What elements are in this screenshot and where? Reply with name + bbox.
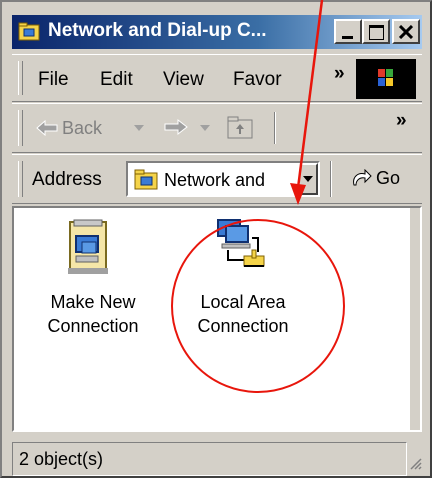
go-label: Go	[376, 168, 401, 188]
local-area-connection-label: Local Area Connection	[178, 290, 308, 338]
minimize-icon	[342, 36, 353, 39]
menu-view[interactable]: View	[163, 69, 204, 91]
explorer-window: Network and Dial-up C... File Edit View …	[0, 0, 432, 478]
folder-content: Make New Connection Local Area Connectio…	[12, 206, 422, 432]
menu-chevron[interactable]: »	[334, 63, 345, 85]
address-separator	[330, 161, 332, 197]
back-button[interactable]: Back	[34, 114, 154, 144]
label-line-2: Connection	[197, 316, 289, 336]
address-dropdown-button[interactable]	[298, 163, 318, 195]
local-area-connection-item[interactable]: Local Area Connection	[178, 214, 308, 354]
maximize-button[interactable]	[362, 19, 390, 44]
windows-logo	[356, 59, 416, 99]
address-label: Address	[32, 169, 102, 190]
scrollbar[interactable]	[410, 208, 420, 430]
back-dropdown-icon[interactable]	[134, 125, 144, 131]
toolbar-chevron[interactable]: »	[396, 110, 407, 132]
go-button[interactable]: Go	[346, 163, 414, 195]
toolbar-grip[interactable]	[18, 110, 23, 146]
address-input[interactable]: Network and	[126, 161, 320, 197]
windows-flag-icon	[378, 69, 393, 86]
local-area-connection-icon	[217, 219, 265, 267]
address-bar: Address Network and Go	[12, 154, 422, 204]
go-arrow-icon	[353, 169, 372, 186]
menu-file[interactable]: File	[38, 69, 69, 91]
label-line-1: Local Area	[200, 292, 286, 312]
up-folder-icon[interactable]	[226, 114, 254, 140]
back-arrow-icon	[36, 119, 58, 137]
make-new-connection-icon	[68, 219, 108, 274]
make-new-connection-item[interactable]: Make New Connection	[28, 214, 158, 354]
folder-network-icon	[134, 169, 158, 190]
menu-bar: File Edit View Favor »	[12, 54, 422, 102]
title-bar[interactable]: Network and Dial-up C...	[12, 15, 422, 49]
make-new-connection-label: Make New Connection	[28, 290, 158, 338]
forward-arrow-icon[interactable]	[164, 118, 188, 136]
menu-favorites[interactable]: Favor	[233, 69, 282, 91]
window-title: Network and Dial-up C...	[48, 20, 267, 41]
close-icon	[399, 25, 413, 39]
maximize-icon	[369, 25, 384, 40]
folder-network-icon	[18, 22, 40, 41]
status-pane: 2 object(s)	[12, 442, 407, 476]
toolbar-separator	[274, 112, 276, 144]
close-button[interactable]	[392, 19, 420, 44]
forward-dropdown-icon[interactable]	[200, 125, 210, 131]
resize-grip-icon[interactable]	[408, 456, 422, 470]
address-grip[interactable]	[18, 161, 23, 197]
status-bar: 2 object(s)	[12, 442, 422, 476]
menu-grip[interactable]	[18, 61, 23, 95]
chevron-down-icon	[303, 176, 313, 182]
back-label: Back	[62, 118, 103, 138]
toolbar: Back »	[12, 103, 422, 153]
menu-edit[interactable]: Edit	[100, 69, 133, 91]
status-text: 2 object(s)	[19, 449, 104, 469]
address-value: Network and	[164, 170, 266, 190]
label-line-1: Make New	[50, 292, 136, 312]
minimize-button[interactable]	[334, 19, 362, 44]
label-line-2: Connection	[47, 316, 139, 336]
